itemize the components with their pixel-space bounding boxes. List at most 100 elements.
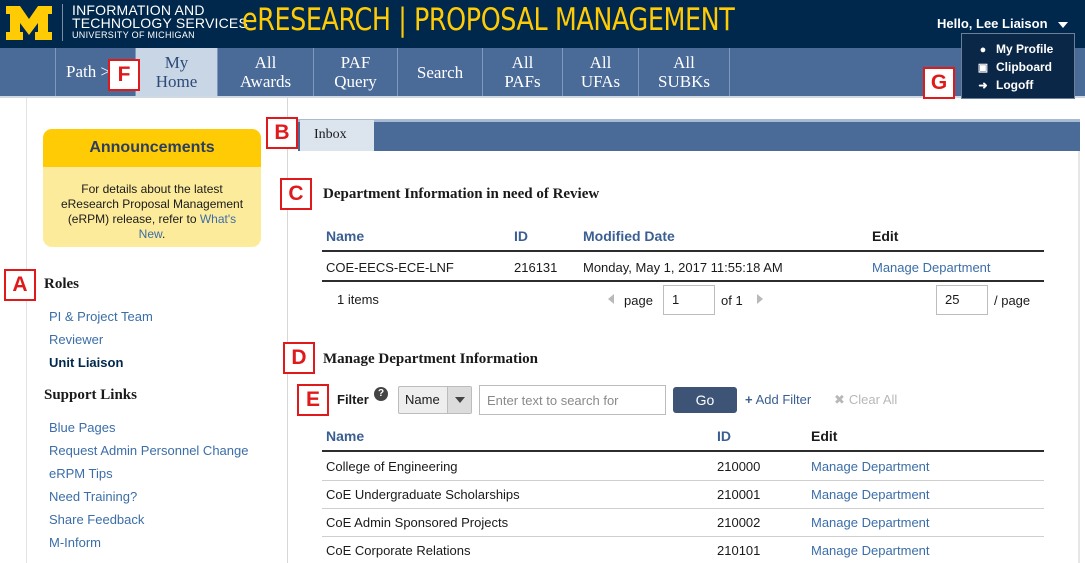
- page-size-input[interactable]: 25: [936, 285, 988, 315]
- nav-label-2: SUBKs: [658, 72, 710, 91]
- nav-label-1: PAF: [340, 53, 371, 72]
- sidebar-item-unit-liaison[interactable]: Unit Liaison: [49, 355, 123, 370]
- nav-label-1: All: [589, 53, 612, 72]
- menu-item-my-profile[interactable]: ● My Profile: [976, 40, 1074, 58]
- sidebar-item-reviewer[interactable]: Reviewer: [49, 332, 103, 347]
- callout-marker-c: C: [280, 178, 312, 210]
- add-filter-button[interactable]: + Add Filter: [745, 392, 811, 407]
- callout-marker-d: D: [283, 342, 315, 374]
- sidebar-item-need-training[interactable]: Need Training?: [49, 489, 137, 504]
- university-block-m-logo[interactable]: [4, 4, 54, 42]
- greeting-text: Hello, Lee Liaison: [937, 16, 1048, 31]
- nav-label-2: Home: [155, 72, 198, 91]
- support-links-heading: Support Links: [44, 387, 137, 403]
- cell-dept-id: 216131: [514, 260, 558, 275]
- nav-label-2: UFAs: [580, 72, 621, 91]
- nav-path-label: Path: [66, 62, 97, 81]
- manage-department-link[interactable]: Manage Department: [811, 515, 930, 530]
- person-icon: ●: [979, 44, 987, 56]
- callout-marker-a: A: [4, 269, 36, 301]
- cell-dept-id: 210000: [717, 459, 761, 474]
- column-header-name[interactable]: Name: [326, 228, 364, 244]
- nav-search[interactable]: Search: [397, 48, 482, 96]
- clipboard-icon: ▣: [977, 62, 989, 74]
- cell-dept-id: 210101: [717, 543, 761, 558]
- nav-label-2: PAFs: [504, 72, 541, 91]
- nav-label-1: My: [164, 53, 189, 72]
- nav-all-subks[interactable]: All SUBKs: [638, 48, 729, 96]
- app-header: INFORMATION AND TECHNOLOGY SERVICES UNIV…: [0, 0, 1085, 48]
- clear-all-button[interactable]: ✖ Clear All: [834, 392, 897, 408]
- callout-marker-b: B: [266, 117, 298, 149]
- nav-all-awards[interactable]: All Awards: [217, 48, 313, 96]
- cell-dept-name: CoE Undergraduate Scholarships: [326, 487, 520, 502]
- column-header-modified-date[interactable]: Modified Date: [583, 228, 675, 244]
- manage-section-title: Manage Department Information: [323, 351, 538, 367]
- cell-dept-name: College of Engineering: [326, 459, 458, 474]
- column-header-id[interactable]: ID: [514, 228, 528, 244]
- column-header-id[interactable]: ID: [717, 428, 731, 444]
- filter-field-select[interactable]: Name: [398, 386, 472, 414]
- tab-strip: [298, 119, 1080, 151]
- nav-all-ufas[interactable]: All UFAs: [562, 48, 638, 96]
- cell-dept-id: 210001: [717, 487, 761, 502]
- page-of-total: of 1: [721, 293, 743, 308]
- filter-field-value: Name: [405, 392, 440, 407]
- nav-label-2: Query: [334, 72, 377, 91]
- page-label: page: [624, 293, 653, 308]
- nav-my-home[interactable]: My Home: [135, 48, 217, 96]
- cell-modified-date: Monday, May 1, 2017 11:55:18 AM: [583, 260, 783, 275]
- manage-department-link[interactable]: Manage Department: [811, 487, 930, 502]
- cell-dept-id: 210002: [717, 515, 761, 530]
- sidebar-item-erpm-tips[interactable]: eRPM Tips: [49, 466, 113, 481]
- announcements-title: Announcements: [43, 129, 261, 167]
- search-input[interactable]: [479, 385, 666, 415]
- menu-item-clipboard[interactable]: ▣ Clipboard: [976, 58, 1074, 76]
- row-divider: [322, 480, 1044, 481]
- row-divider: [322, 536, 1044, 537]
- filter-label: Filter: [337, 392, 369, 407]
- review-section-title: Department Information in need of Review: [323, 186, 600, 202]
- sidebar-item-pi-project-team[interactable]: PI & Project Team: [49, 309, 153, 324]
- cell-dept-name: CoE Corporate Relations: [326, 543, 471, 558]
- tab-inbox[interactable]: Inbox: [300, 120, 374, 151]
- app-title: eRESEARCH | PROPOSAL MANAGEMENT: [242, 2, 735, 38]
- menu-item-label: My Profile: [996, 42, 1054, 56]
- menu-item-label: Clipboard: [996, 60, 1052, 74]
- manage-department-link[interactable]: Manage Department: [872, 260, 991, 275]
- sidebar-item-request-admin-personnel-change[interactable]: Request Admin Personnel Change: [49, 443, 248, 458]
- menu-item-logoff[interactable]: ➜ Logoff: [976, 76, 1074, 94]
- plus-icon: +: [745, 392, 753, 407]
- callout-marker-e: E: [297, 384, 329, 416]
- org-line-3: UNIVERSITY OF MICHIGAN: [72, 30, 195, 40]
- callout-marker-f: F: [108, 59, 140, 91]
- column-header-edit: Edit: [872, 228, 899, 244]
- logoff-icon: ➜: [978, 80, 988, 92]
- roles-heading: Roles: [44, 276, 79, 292]
- cell-dept-name: CoE Admin Sponsored Projects: [326, 515, 509, 530]
- nav-paf-query[interactable]: PAF Query: [313, 48, 397, 96]
- nav-label-1: All: [254, 53, 277, 72]
- page-number-input[interactable]: 1: [663, 285, 715, 315]
- announcements-text: For details about the latest eResearch P…: [43, 167, 261, 242]
- column-header-name[interactable]: Name: [326, 428, 364, 444]
- org-name: INFORMATION AND TECHNOLOGY SERVICES UNIV…: [62, 3, 248, 41]
- clear-all-label: Clear All: [848, 392, 898, 407]
- user-dropdown-menu: ● My Profile ▣ Clipboard ➜ Logoff: [961, 33, 1075, 99]
- table-header-rule: [322, 450, 1044, 452]
- user-greeting-dropdown[interactable]: Hello, Lee Liaison: [937, 16, 1068, 31]
- go-button[interactable]: Go: [673, 387, 737, 413]
- nav-all-pafs[interactable]: All PAFs: [482, 48, 562, 96]
- previous-page-icon[interactable]: [608, 294, 614, 304]
- manage-department-link[interactable]: Manage Department: [811, 459, 930, 474]
- sidebar-item-blue-pages[interactable]: Blue Pages: [49, 420, 116, 435]
- sidebar-item-m-inform[interactable]: M-Inform: [49, 535, 101, 550]
- column-header-edit: Edit: [811, 428, 838, 444]
- sidebar-item-share-feedback[interactable]: Share Feedback: [49, 512, 144, 527]
- next-page-icon[interactable]: [757, 294, 763, 304]
- content-right-border: [1078, 151, 1080, 563]
- org-line-2: TECHNOLOGY SERVICES: [72, 15, 248, 31]
- manage-department-link[interactable]: Manage Department: [811, 543, 930, 558]
- help-icon[interactable]: ?: [374, 387, 388, 401]
- chevron-down-icon: [1057, 21, 1068, 28]
